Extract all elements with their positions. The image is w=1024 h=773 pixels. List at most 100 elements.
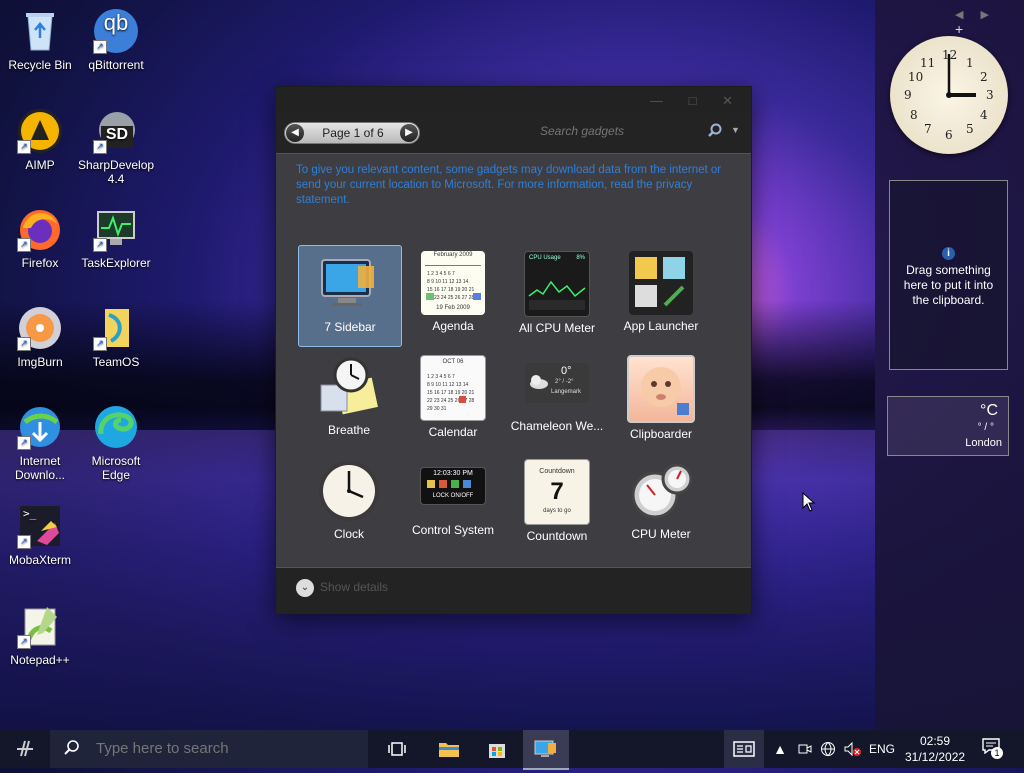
minimize-icon[interactable]: — [650, 93, 663, 108]
shortcut-arrow-icon: ↗ [17, 337, 31, 351]
desktop-icon-notepad-plus-plus[interactable]: ↗ Notepad++ [2, 603, 78, 667]
volume-muted-icon[interactable] [842, 730, 864, 768]
clock-date-text: 31/12/2022 [905, 750, 966, 764]
svg-text:1 2 3 4 5 6 7: 1 2 3 4 5 6 7 [427, 271, 455, 277]
taskbar-search[interactable] [50, 730, 368, 768]
task-view-icon [388, 742, 406, 756]
clipboarder-photo-icon [627, 355, 695, 423]
show-details-button[interactable]: Show details [320, 580, 388, 594]
gadget-tile-label: Agenda [432, 319, 474, 333]
gadget-tile-label: Breathe [327, 423, 371, 437]
search-options-chevron-down-icon[interactable]: ▼ [731, 125, 740, 135]
gadget-tile-breathe[interactable]: Breathe [298, 349, 400, 449]
clipboard-gadget[interactable]: i Drag something here to put it into the… [889, 180, 1008, 370]
desktop-icon-aimp[interactable]: ↗ AIMP [2, 108, 78, 172]
desktop-icon-qbittorrent[interactable]: qb ↗ qBittorrent [78, 8, 154, 72]
taskbar-clock[interactable]: 02:59 31/12/2022 [905, 733, 965, 765]
desktop-icon-imgburn[interactable]: ↗ ImgBurn [2, 305, 78, 369]
sidebar-prev-icon[interactable]: ◀ [955, 9, 963, 21]
search-icon[interactable] [708, 123, 722, 140]
desktop-icon-teamos[interactable]: ↗ TeamOS [78, 305, 154, 369]
desktop-icon-taskexplorer[interactable]: ↗ TaskExplorer [78, 206, 154, 270]
gadget-tile-label: Countdown [526, 529, 588, 543]
cpu-usage-value: 8% [576, 255, 585, 261]
task-view-button[interactable] [374, 730, 420, 768]
gadget-tile-agenda[interactable]: February 2009 1 2 3 4 5 6 7 8 9 10 11 12 … [402, 245, 504, 345]
gadget-tile-all-cpu-meter[interactable]: CPU Usage 8% All CPU Meter [506, 245, 608, 345]
countdown-footer-text: days to go [543, 508, 571, 514]
file-explorer-taskbar-button[interactable] [426, 730, 472, 768]
shortcut-arrow-icon: ↗ [93, 337, 107, 351]
show-hidden-icons-button[interactable]: ▲ [770, 730, 790, 768]
gadget-tile-chameleon-weather[interactable]: 0° 2° / -2° Langemark Chameleon We... [506, 349, 608, 449]
gadget-tile-countdown[interactable]: Countdown 7 days to go Countdown [506, 453, 608, 553]
window-titlebar[interactable]: — □ ✕ [276, 87, 751, 113]
imgburn-icon: ↗ [17, 305, 63, 351]
sidebar-next-icon[interactable]: ▶ [981, 9, 989, 21]
microsoft-edge-icon [93, 404, 139, 450]
next-page-button[interactable]: ▶ [400, 124, 418, 142]
close-icon[interactable]: ✕ [722, 93, 733, 108]
microsoft-store-taskbar-button[interactable] [474, 730, 520, 768]
maximize-icon[interactable]: □ [689, 93, 697, 108]
store-icon [489, 744, 505, 758]
clock-gadget[interactable]: 12 1 2 3 4 5 6 7 8 9 10 11 [890, 36, 1008, 154]
gadget-tile-label: 7 Sidebar [324, 320, 376, 334]
gadgets-taskbar-button[interactable] [523, 730, 569, 770]
search-gadgets-input[interactable] [538, 123, 662, 139]
qbittorrent-logo-text: qb [103, 10, 129, 35]
desktop-icon-mobaxterm[interactable]: >_ ↗ MobaXterm [2, 503, 78, 567]
page-indicator: Page 1 of 6 [322, 126, 384, 140]
shortcut-arrow-icon: ↗ [17, 140, 31, 154]
desktop-icon-microsoft-edge[interactable]: Microsoft Edge [78, 404, 154, 482]
weather-gadget[interactable]: °C ° / ° London [887, 396, 1009, 456]
toolbar-divider [276, 153, 751, 154]
gadget-tile-clock[interactable]: Clock [298, 453, 400, 553]
desktop-icon-label: SharpDevelop 4.4 [78, 158, 155, 186]
start-button[interactable] [14, 738, 38, 760]
desktop-icon-label: TeamOS [92, 355, 140, 369]
mobaxterm-icon: >_ ↗ [17, 503, 63, 549]
network-globe-icon[interactable] [818, 730, 838, 768]
desktop-icon-internet-download-manager[interactable]: ↗ Internet Downlo... [2, 404, 78, 482]
input-language-indicator[interactable]: ENG [866, 730, 898, 768]
gadget-tile-app-launcher[interactable]: App Launcher [610, 245, 712, 345]
desktop-icon-label: qBittorrent [88, 58, 144, 72]
news-widget-button[interactable] [724, 730, 764, 768]
notification-count-badge: 1 [991, 747, 1003, 759]
add-gadget-icon[interactable]: + [955, 21, 963, 37]
page-navigator: ◀ Page 1 of 6 ▶ [284, 122, 420, 144]
shortcut-arrow-icon: ↗ [17, 436, 31, 450]
chameleon-temperature-text: 0° [561, 365, 572, 377]
gadget-tile-7-sidebar[interactable]: 7 Sidebar [298, 245, 402, 347]
svg-text:22 23 24 25 26 27 28: 22 23 24 25 26 27 28 [427, 398, 474, 404]
action-center-button[interactable]: 1 [982, 738, 1003, 759]
gadget-tile-cpu-meter[interactable]: CPU Meter [610, 453, 712, 553]
gadget-tile-label: Control System [411, 523, 495, 537]
firefox-icon: ↗ [17, 206, 63, 252]
chevron-down-icon[interactable]: ⌄ [296, 579, 314, 597]
chevron-up-icon: ▲ [773, 741, 787, 757]
gadget-tile-label: Calendar [428, 425, 478, 439]
weather-city: London [965, 437, 1002, 449]
desktop-icon-sharpdevelop[interactable]: SD ↗ SharpDevelop 4.4 [78, 108, 154, 186]
privacy-notice-link[interactable]: To give you relevant content, some gadge… [296, 163, 726, 208]
meet-now-icon[interactable] [796, 730, 814, 768]
gadget-tile-label: Clock [333, 527, 364, 541]
svg-text:15 16 17 18 19 20 21: 15 16 17 18 19 20 21 [427, 287, 474, 293]
svg-text:1 2 3 4 5 6 7: 1 2 3 4 5 6 7 [427, 374, 455, 380]
gallery-toolbar: ◀ Page 1 of 6 ▶ ▼ [276, 113, 751, 153]
gadget-tile-control-system[interactable]: 12:03:30 PM LOCK ON/OFF Control System [402, 453, 504, 553]
calendar-month-text: OCT 06 [442, 359, 464, 365]
taskbar-search-input[interactable] [94, 739, 358, 758]
prev-page-button[interactable]: ◀ [286, 124, 304, 142]
notepad-plus-plus-icon: ↗ [17, 603, 63, 649]
gadget-tile-calendar[interactable]: OCT 06 1 2 3 4 5 6 7 8 9 10 11 12 13 14 15… [402, 349, 504, 449]
desktop-icon-firefox[interactable]: ↗ Firefox [2, 206, 78, 270]
gadget-tile-clipboarder[interactable]: Clipboarder [610, 349, 712, 449]
info-icon: i [942, 247, 955, 260]
desktop-icon-recycle-bin[interactable]: Recycle Bin [2, 8, 78, 72]
windows-logo-icon [17, 740, 33, 757]
sidebar-controls: ◀ ▶ + [955, 8, 1024, 37]
agenda-calendar-icon: February 2009 1 2 3 4 5 6 7 8 9 10 11 12 … [421, 251, 485, 315]
